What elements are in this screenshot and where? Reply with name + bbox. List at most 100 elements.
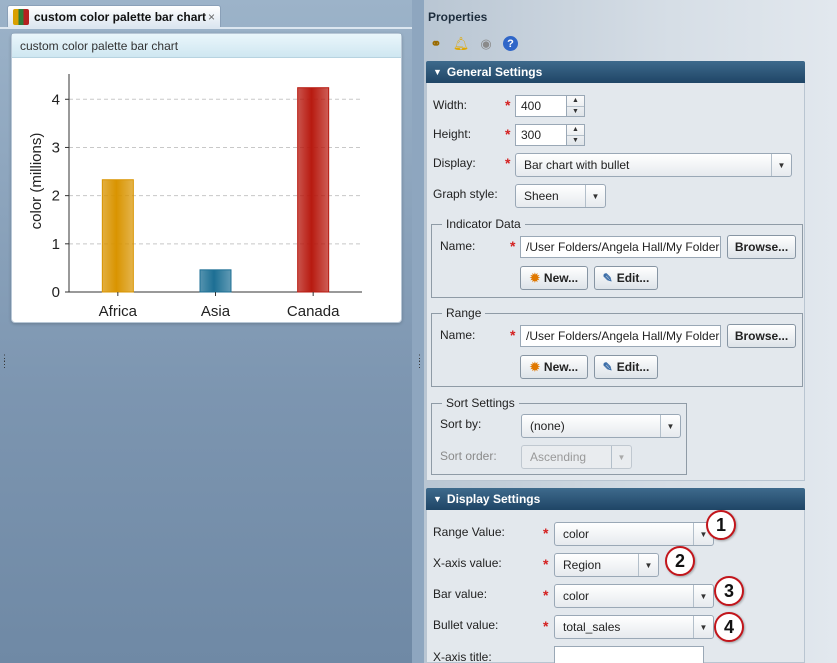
graph-style-label: Graph style: — [433, 187, 498, 201]
indicator-new-button[interactable]: ✹ New... — [520, 266, 588, 290]
chevron-down-icon: ▼ — [433, 494, 442, 504]
report-canvas-pane: custom color palette bar chart × custom … — [0, 0, 412, 663]
sort-settings-title: Sort Settings — [442, 396, 519, 410]
display-select[interactable]: Bar chart with bullet ▼ — [515, 153, 792, 177]
y-tick-label: 0 — [52, 284, 60, 301]
range-new-label: New... — [543, 360, 579, 374]
bullet-value-label: Bullet value: — [433, 618, 499, 632]
chevron-down-icon: ▼ — [693, 585, 713, 607]
height-spinner[interactable]: ▲ ▼ — [566, 124, 585, 146]
required-marker: * — [505, 155, 511, 171]
help-icon[interactable]: ? — [503, 36, 518, 51]
chevron-down-icon: ▼ — [660, 415, 680, 437]
chevron-down-icon: ▼ — [585, 185, 605, 207]
bar-value-value: color — [563, 589, 590, 603]
x-tick-label: Africa — [99, 303, 138, 320]
range-name-label: Name: — [440, 328, 476, 342]
indicator-edit-button[interactable]: ✎ Edit... — [594, 266, 658, 290]
x-tick-label: Canada — [287, 303, 340, 320]
splitter-handle-left[interactable]: ⋮ ⋮ — [0, 354, 9, 377]
indicator-edit-label: Edit... — [616, 271, 650, 285]
x-axis-value-value: Region — [563, 558, 602, 572]
sort-order-value: Ascending — [530, 450, 587, 464]
y-tick-label: 2 — [52, 188, 60, 205]
general-settings-body: Width: * 400 ▲ ▼ Height: * 300 ▲ ▼ Display… — [426, 83, 805, 481]
report-tab[interactable]: custom color palette bar chart × — [7, 5, 221, 27]
general-settings-header[interactable]: ▼ General Settings — [426, 61, 805, 83]
range-value-select[interactable]: color ▼ — [554, 522, 714, 546]
sort-by-label: Sort by: — [440, 417, 482, 431]
chart-panel[interactable]: custom color palette bar chart 0 1 2 3 4 Afri… — [11, 33, 402, 323]
chevron-down-icon: ▼ — [771, 154, 791, 176]
indicator-data-group: Indicator Data Name: * /User Folders/Ang… — [431, 217, 803, 298]
x-axis-title-input[interactable] — [554, 646, 704, 663]
indicator-name-input[interactable]: /User Folders/Angela Hall/My Folder — [520, 236, 721, 258]
required-marker: * — [510, 238, 516, 254]
display-label: Display: — [433, 156, 476, 170]
y-tick-label: 3 — [52, 139, 60, 156]
sort-settings-group: Sort Settings Sort by: (none) ▼ Sort ord… — [431, 396, 687, 475]
sort-order-select: Ascending ▼ — [521, 445, 632, 469]
chevron-down-icon: ▼ — [693, 616, 713, 638]
chevron-down-icon: ▼ — [433, 67, 442, 77]
display-settings-title: Display Settings — [446, 492, 541, 506]
range-browse-button[interactable]: Browse... — [727, 324, 796, 348]
new-star-icon: ✹ — [529, 271, 540, 285]
bar-chart-icon — [13, 8, 29, 25]
properties-title: Properties — [428, 10, 488, 24]
width-label: Width: — [433, 98, 468, 112]
x-axis-title-label: X-axis title: — [433, 650, 492, 663]
bar-chart: 01234AfricaAsiaCanadaRegioncolor (millio… — [28, 74, 362, 320]
indicator-new-label: New... — [543, 271, 579, 285]
y-tick-label: 1 — [52, 236, 60, 253]
range-group: Range Name: * /User Folders/Angela Hall/… — [431, 306, 803, 387]
indicator-name-label: Name: — [440, 239, 476, 253]
required-marker: * — [510, 327, 516, 343]
width-input[interactable]: 400 — [515, 95, 567, 117]
edit-icon: ✎ — [602, 360, 613, 374]
new-star-icon: ✹ — [529, 360, 540, 374]
display-settings-header[interactable]: ▼ Display Settings — [426, 488, 805, 510]
x-axis-value-select[interactable]: Region ▼ — [554, 553, 659, 577]
y-tick-label: 4 — [52, 91, 60, 108]
required-marker: * — [543, 525, 549, 541]
range-name-input[interactable]: /User Folders/Angela Hall/My Folder — [520, 325, 721, 347]
bar-canada — [297, 87, 330, 293]
height-input[interactable]: 300 — [515, 124, 567, 146]
range-value-label: Range Value: — [433, 525, 505, 539]
required-marker: * — [505, 126, 511, 142]
bell-icon[interactable]: 🔔︎ — [453, 36, 470, 52]
display-settings-body: Range Value: * color ▼ X-axis value: * R… — [426, 510, 805, 663]
bullet-value-select[interactable]: total_sales ▼ — [554, 615, 714, 639]
required-marker: * — [543, 587, 549, 603]
range-new-button[interactable]: ✹ New... — [520, 355, 588, 379]
edit-icon: ✎ — [602, 271, 613, 285]
indicator-browse-button[interactable]: Browse... — [727, 235, 796, 259]
width-spinner[interactable]: ▲ ▼ — [566, 95, 585, 117]
close-icon[interactable]: × — [208, 10, 215, 24]
callout-2: 2 — [665, 546, 695, 576]
height-label: Height: — [433, 127, 472, 141]
general-settings-title: General Settings — [446, 65, 543, 79]
bar-asia — [199, 269, 232, 293]
callout-4: 4 — [714, 612, 744, 642]
sort-by-select[interactable]: (none) ▼ — [521, 414, 681, 438]
bar-value-label: Bar value: — [433, 587, 488, 601]
required-marker: * — [543, 618, 549, 634]
splitter-handle-middle[interactable]: ⋮ ⋮ — [415, 354, 424, 377]
x-tick-label: Asia — [201, 303, 231, 320]
sort-order-label: Sort order: — [440, 449, 497, 463]
x-axis-value-label: X-axis value: — [433, 556, 502, 570]
graph-style-select[interactable]: Sheen ▼ — [515, 184, 606, 208]
tab-strip-divider — [0, 27, 412, 29]
required-marker: * — [505, 97, 511, 113]
report-tab-title: custom color palette bar chart — [34, 9, 207, 24]
bar-value-select[interactable]: color ▼ — [554, 584, 714, 608]
indicator-data-title: Indicator Data — [442, 217, 525, 231]
range-title: Range — [442, 306, 486, 320]
range-edit-button[interactable]: ✎ Edit... — [594, 355, 658, 379]
link-icon[interactable]: ⚭ — [428, 36, 444, 52]
bullet-value-value: total_sales — [563, 620, 621, 634]
lock-icon[interactable]: ◉ — [478, 36, 494, 52]
bar-africa — [101, 179, 134, 293]
